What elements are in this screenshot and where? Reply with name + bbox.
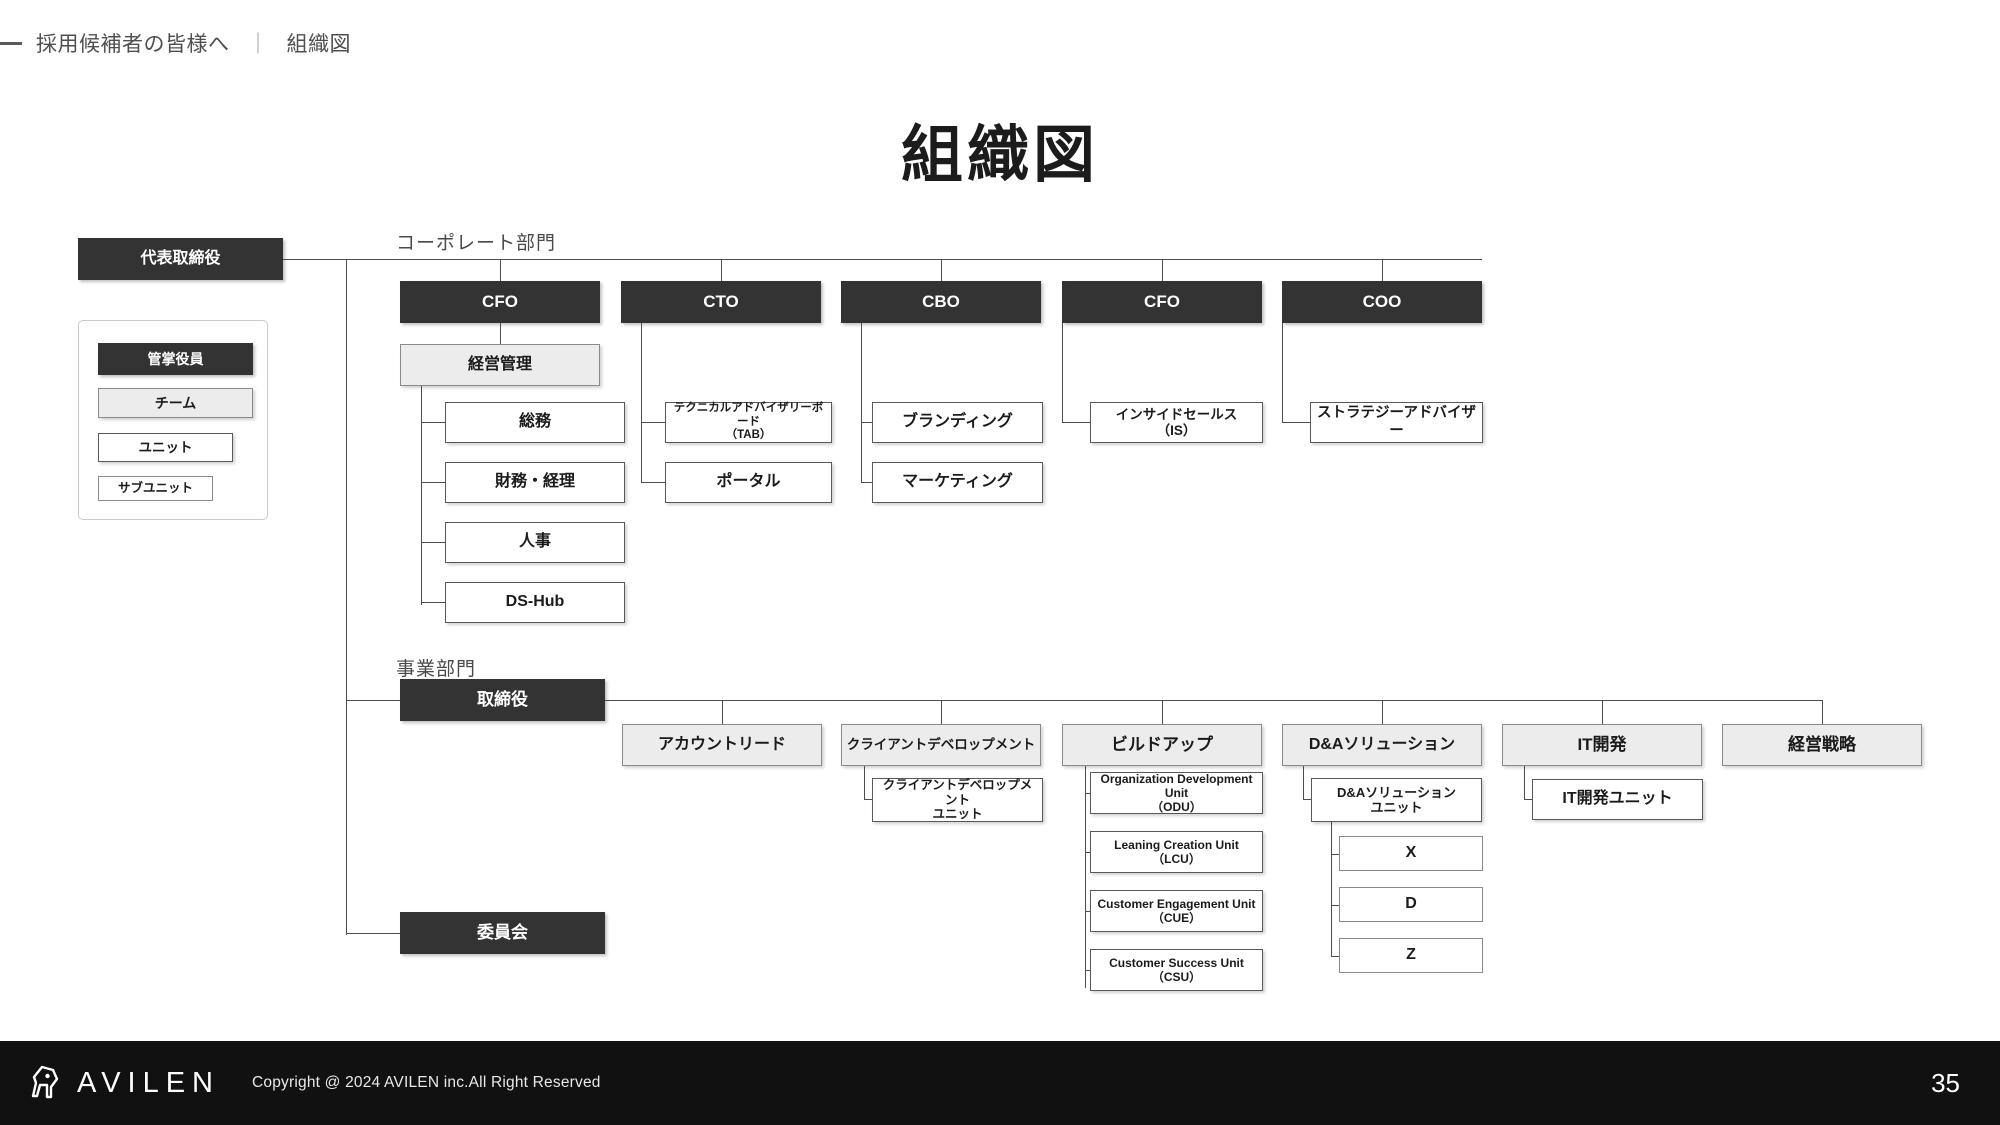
subunit-node-d: D — [1339, 887, 1483, 922]
brand-logo: AVILEN — [26, 1063, 220, 1103]
connector-cto-to-tab — [641, 422, 665, 423]
legend-item-team: チーム — [98, 388, 253, 418]
unit-node-soumu: 総務 — [445, 402, 625, 443]
page-title: 組織図 — [900, 121, 1099, 190]
connector-trunk-to-torishimari — [346, 700, 402, 701]
root-node-ceo: 代表取締役 — [78, 238, 283, 280]
connector-keiei-to-jinji — [421, 542, 445, 543]
brand-logo-text: AVILEN — [77, 1066, 221, 1099]
connector-trunk-to-iinkai — [346, 933, 402, 934]
exec-node-cfo-corporate: CFO — [400, 281, 600, 323]
breadcrumb-dash-icon — [0, 41, 22, 45]
connector-keiei-to-dshub — [421, 602, 445, 603]
avilen-mark-icon — [31, 1065, 59, 1099]
team-node-it-development: IT開発 — [1502, 724, 1702, 766]
unit-node-client-development-unit: クライアントデベロップメント ユニット — [872, 778, 1043, 822]
exec-node-coo: COO — [1282, 281, 1482, 323]
unit-node-jinji: 人事 — [445, 522, 625, 563]
unit-node-branding: ブランディング — [872, 402, 1043, 443]
connector-drop-cbo — [941, 259, 942, 281]
connector-cto-to-portal — [641, 482, 665, 483]
exec-node-cbo: CBO — [841, 281, 1041, 323]
connector-dasolution-spine — [1303, 766, 1304, 800]
breadcrumb-primary: 採用候補者の皆様へ — [36, 33, 230, 56]
connector-trunk-main — [346, 259, 347, 935]
unit-node-csu: Customer Success Unit （CSU） — [1090, 949, 1263, 991]
footer-bar: AVILEN Copyright @ 2024 AVILEN inc.All R… — [0, 1041, 2000, 1125]
copyright-text: Copyright @ 2024 AVILEN inc.All Right Re… — [252, 1074, 601, 1091]
exec-node-torishimariyaku: 取締役 — [400, 679, 605, 721]
unit-node-it-development-unit: IT開発ユニット — [1532, 779, 1703, 820]
page-number: 35 — [1931, 1067, 1960, 1098]
section-caption-corporate: コーポレート部門 — [396, 233, 557, 254]
connector-coo-spine — [1282, 323, 1283, 423]
team-node-client-development: クライアントデベロップメント — [841, 724, 1041, 766]
unit-node-tab: テクニカルアドバイザリーボード （TAB） — [665, 402, 832, 443]
connector-cbo-spine — [861, 323, 862, 483]
connector-drop-account-lead — [722, 700, 723, 724]
connector-drop-da-solution — [1382, 700, 1383, 724]
connector-drop-buildup — [1162, 700, 1163, 724]
unit-node-cue: Customer Engagement Unit （CUE） — [1090, 890, 1263, 932]
exec-node-cfo-sales: CFO — [1062, 281, 1262, 323]
subunit-node-x: X — [1339, 836, 1483, 871]
breadcrumb: 採用候補者の皆様へ ｜ 組織図 — [0, 28, 351, 58]
connector-keiei-to-zaimu — [421, 482, 445, 483]
connector-buildup-spine — [1085, 766, 1086, 988]
legend-panel: 管掌役員 チーム ユニット サブユニット — [78, 320, 268, 520]
connector-keiei-to-soumu — [421, 422, 445, 423]
connector-drop-cfo2 — [1162, 259, 1163, 281]
connector-daunit-spine — [1331, 822, 1332, 956]
subunit-node-z: Z — [1339, 938, 1483, 973]
slide-root: 採用候補者の皆様へ ｜ 組織図 組織図 代表取締役 管掌役員 チーム ユニット … — [0, 0, 2000, 1125]
unit-node-marketing: マーケティング — [872, 462, 1043, 503]
unit-node-inside-sales: インサイドセールス （IS） — [1090, 402, 1263, 443]
connector-coo-to-strategy — [1282, 422, 1310, 423]
connector-itdev-spine — [1524, 766, 1525, 800]
team-node-da-solution: D&Aソリューション — [1282, 724, 1482, 766]
unit-node-ds-hub: DS-Hub — [445, 582, 625, 623]
connector-clientdev-spine — [864, 766, 865, 800]
connector-drop-cto — [721, 259, 722, 281]
connector-business-bus — [605, 700, 1823, 701]
unit-node-da-solution-unit: D&Aソリューション ユニット — [1311, 778, 1482, 822]
unit-node-lcu: Leaning Creation Unit （LCU） — [1090, 831, 1263, 873]
connector-cfo-to-keiei — [500, 323, 501, 344]
connector-drop-it-dev — [1602, 700, 1603, 724]
section-caption-business: 事業部門 — [396, 659, 477, 680]
connector-keiei-spine — [421, 386, 422, 605]
connector-ceo-right — [283, 259, 346, 260]
team-node-account-lead: アカウントリード — [622, 724, 822, 766]
legend-item-unit: ユニット — [98, 433, 233, 462]
team-node-keiei-kanri: 経営管理 — [400, 344, 600, 386]
legend-item-executive: 管掌役員 — [98, 343, 253, 375]
breadcrumb-separator: ｜ — [247, 33, 269, 56]
unit-node-strategy-advisor: ストラテジーアドバイザー — [1310, 402, 1483, 443]
breadcrumb-secondary: 組織図 — [286, 33, 351, 56]
node-iinkai: 委員会 — [400, 912, 605, 954]
connector-drop-client-dev — [941, 700, 942, 724]
exec-node-cto: CTO — [621, 281, 821, 323]
connector-drop-cfo1 — [500, 259, 501, 281]
unit-node-zaimu-keiri: 財務・経理 — [445, 462, 625, 503]
unit-node-portal: ポータル — [665, 462, 832, 503]
connector-corporate-bus — [346, 259, 1482, 260]
legend-item-subunit: サブユニット — [98, 476, 213, 501]
connector-drop-keiei-senryaku — [1822, 700, 1823, 724]
connector-cfosales-spine — [1062, 323, 1063, 423]
team-node-management-strategy: 経営戦略 — [1722, 724, 1922, 766]
connector-drop-coo — [1382, 259, 1383, 281]
unit-node-odu: Organization Development Unit （ODU） — [1090, 772, 1263, 814]
connector-cto-spine — [641, 323, 642, 483]
team-node-buildup: ビルドアップ — [1062, 724, 1262, 766]
connector-cfosales-to-is — [1062, 422, 1090, 423]
